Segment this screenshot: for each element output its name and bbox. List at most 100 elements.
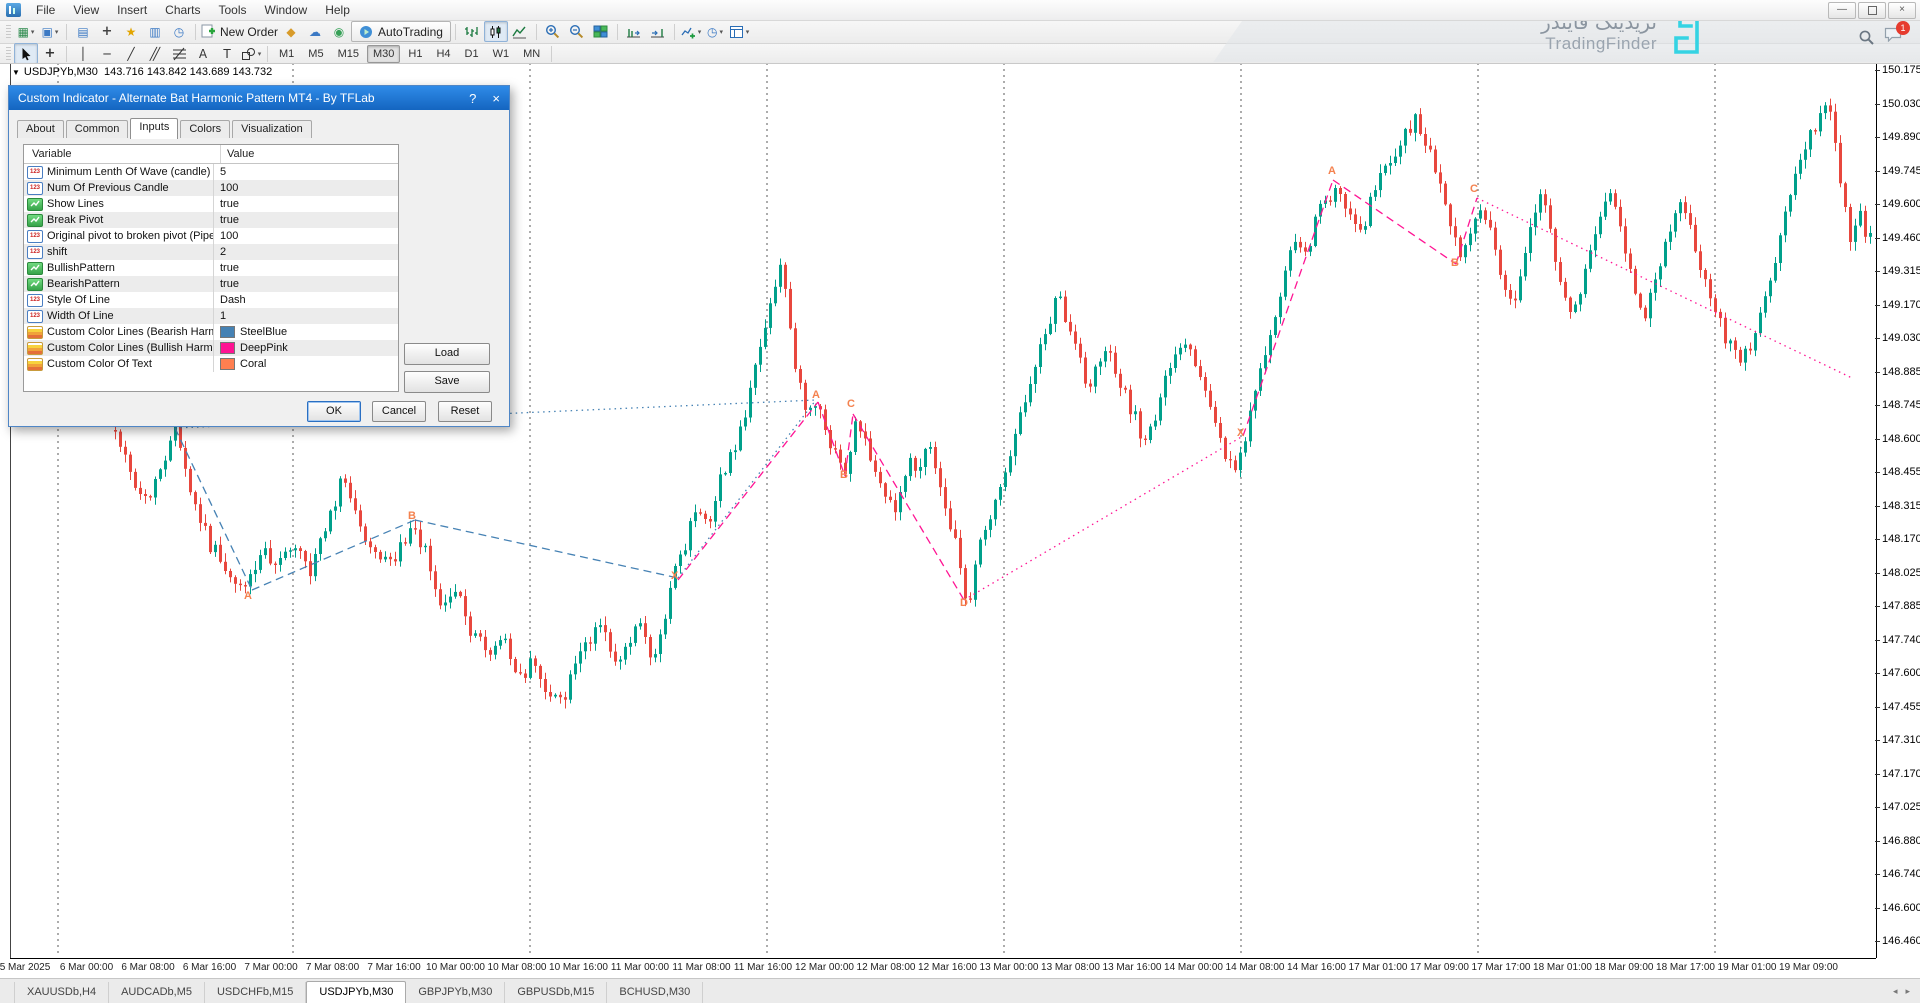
shapes-icon[interactable]: ▾ — [239, 43, 263, 64]
timeframe-m1[interactable]: M1 — [273, 45, 300, 63]
timeframe-m15[interactable]: M15 — [332, 45, 365, 63]
symbol-dropdown-icon[interactable]: ▼ — [12, 68, 20, 77]
input-row[interactable]: Custom Color Lines (Bullish Harmonic)Dee… — [24, 340, 398, 356]
time-tick: 13 Mar 16:00 — [1103, 962, 1162, 973]
chart-tab-usdjpyb-m30[interactable]: USDJPYb,M30 — [306, 981, 406, 1003]
tab-visualization[interactable]: Visualization — [232, 120, 312, 138]
input-row[interactable]: 123Original pivot to broken pivot (Pipet… — [24, 228, 398, 244]
templates-icon[interactable]: ▾ — [727, 21, 751, 42]
menu-file[interactable]: File — [27, 1, 64, 19]
tab-inputs[interactable]: Inputs — [130, 118, 178, 139]
line-chart-icon[interactable] — [508, 21, 532, 42]
input-row[interactable]: Show Linestrue — [24, 196, 398, 212]
input-row[interactable]: Custom Color Of TextCoral — [24, 356, 398, 372]
price-tick: 146.460 — [1882, 935, 1920, 947]
chart-tab-gbpjpyb-m30[interactable]: GBPJPYb,M30 — [406, 982, 505, 1003]
input-row[interactable]: 123Style Of LineDash — [24, 292, 398, 308]
new-chart-icon[interactable]: ▦▾ — [14, 21, 38, 42]
text-label-icon[interactable]: T — [215, 43, 239, 64]
candlestick-chart-icon[interactable] — [484, 21, 508, 42]
load-button[interactable]: Load — [404, 343, 490, 365]
menu-view[interactable]: View — [64, 1, 108, 19]
input-row[interactable]: 123Num Of Previous Candle100 — [24, 180, 398, 196]
input-row[interactable]: Custom Color Lines (Bearish Harmonic)Ste… — [24, 324, 398, 340]
chart-tab-audcadb-m5[interactable]: AUDCADb,M5 — [109, 982, 205, 1003]
timeframe-d1[interactable]: D1 — [459, 45, 485, 63]
tab-scroll-right-icon[interactable]: ▸ — [1905, 986, 1910, 997]
timeframe-mn[interactable]: MN — [517, 45, 546, 63]
indicators-icon[interactable]: ▾ — [679, 21, 703, 42]
data-window-icon[interactable]: + — [95, 21, 119, 42]
navigator-icon[interactable]: ★ — [119, 21, 143, 42]
input-row[interactable]: 123Width Of Line1 — [24, 308, 398, 324]
dialog-title-bar[interactable]: Custom Indicator - Alternate Bat Harmoni… — [9, 86, 509, 110]
save-button[interactable]: Save — [404, 371, 490, 393]
terminal-icon[interactable]: ▥ — [143, 21, 167, 42]
menu-insert[interactable]: Insert — [108, 1, 156, 19]
chart-tab-bar: XAUUSDb,H4AUDCADb,M5USDCHFb,M15USDJPYb,M… — [0, 978, 1920, 1003]
menu-charts[interactable]: Charts — [156, 1, 209, 19]
timeframe-m5[interactable]: M5 — [302, 45, 329, 63]
market-watch-icon[interactable]: ▤ — [71, 21, 95, 42]
input-row[interactable]: Break Pivottrue — [24, 212, 398, 228]
signals-icon[interactable]: ◉ — [327, 21, 351, 42]
tab-colors[interactable]: Colors — [180, 120, 230, 138]
autotrading-button[interactable]: AutoTrading — [351, 21, 451, 42]
menu-window[interactable]: Window — [256, 1, 317, 19]
input-row[interactable]: 123shift2 — [24, 244, 398, 260]
fibonacci-icon[interactable] — [167, 43, 191, 64]
input-row[interactable]: BearishPatterntrue — [24, 276, 398, 292]
chart-tab-usdchfb-m15[interactable]: USDCHFb,M15 — [205, 982, 306, 1003]
close-button[interactable]: × — [1888, 2, 1916, 19]
cancel-button[interactable]: Cancel — [372, 401, 426, 422]
profiles-icon[interactable]: ▣▾ — [38, 21, 62, 42]
input-row[interactable]: 123Minimum Lenth Of Wave (candle)5 — [24, 164, 398, 180]
dialog-close-button[interactable]: × — [492, 91, 500, 106]
periods-icon[interactable]: ◷▾ — [703, 21, 727, 42]
dialog-help-button[interactable]: ? — [469, 91, 476, 106]
channel-icon[interactable]: ╱╱ — [143, 43, 167, 64]
dialog-title: Custom Indicator - Alternate Bat Harmoni… — [18, 91, 375, 105]
minimize-button[interactable]: — — [1828, 2, 1856, 19]
publish-chart-icon[interactable]: ☁ — [303, 21, 327, 42]
tile-windows-icon[interactable] — [589, 21, 613, 42]
input-label: Width Of Line — [47, 310, 213, 322]
timeframe-h1[interactable]: H1 — [402, 45, 428, 63]
strategy-tester-icon[interactable]: ◷ — [167, 21, 191, 42]
search-icon[interactable] — [1858, 29, 1875, 46]
tab-about[interactable]: About — [17, 120, 64, 138]
tab-scroll-left-icon[interactable]: ◂ — [1893, 986, 1898, 997]
notifications[interactable]: 1 — [1884, 27, 1902, 47]
auto-scroll-icon[interactable] — [622, 21, 646, 42]
cursor-icon[interactable] — [14, 43, 38, 64]
text-icon[interactable]: A — [191, 43, 215, 64]
zoom-out-icon[interactable] — [565, 21, 589, 42]
horizontal-line-icon[interactable]: ─ — [95, 43, 119, 64]
menu-tools[interactable]: Tools — [210, 1, 256, 19]
chart-tab-gbpusdb-m15[interactable]: GBPUSDb,M15 — [505, 982, 607, 1003]
bars-chart-icon[interactable] — [460, 21, 484, 42]
timeframe-w1[interactable]: W1 — [487, 45, 516, 63]
menu-help[interactable]: Help — [316, 1, 359, 19]
timeframe-h4[interactable]: H4 — [430, 45, 456, 63]
chart-shift-icon[interactable] — [646, 21, 670, 42]
price-tick: 150.175 — [1882, 64, 1920, 76]
reset-button[interactable]: Reset — [438, 401, 492, 422]
crosshair-icon[interactable]: + — [38, 43, 62, 64]
chart-tab-xauusdb-h4[interactable]: XAUUSDb,H4 — [14, 982, 109, 1003]
chart-tab-bchusd-m30[interactable]: BCHUSD,M30 — [607, 982, 703, 1003]
vertical-line-icon[interactable]: │ — [71, 43, 95, 64]
chart-shift-icon — [650, 25, 665, 39]
restore-button[interactable] — [1858, 2, 1886, 19]
tab-common[interactable]: Common — [66, 120, 129, 138]
trendline-icon[interactable]: ╱ — [119, 43, 143, 64]
timeframe-m30[interactable]: M30 — [367, 45, 400, 63]
zoom-in-icon[interactable] — [541, 21, 565, 42]
price-tick: 148.170 — [1882, 533, 1920, 545]
new-order-button[interactable]: New Order — [200, 21, 279, 42]
ok-button[interactable]: OK — [307, 401, 361, 422]
input-row[interactable]: BullishPatterntrue — [24, 260, 398, 276]
price-tick: 148.600 — [1882, 433, 1920, 445]
input-value-text: 1 — [220, 310, 226, 322]
metaeditor-icon[interactable]: ◆ — [279, 21, 303, 42]
